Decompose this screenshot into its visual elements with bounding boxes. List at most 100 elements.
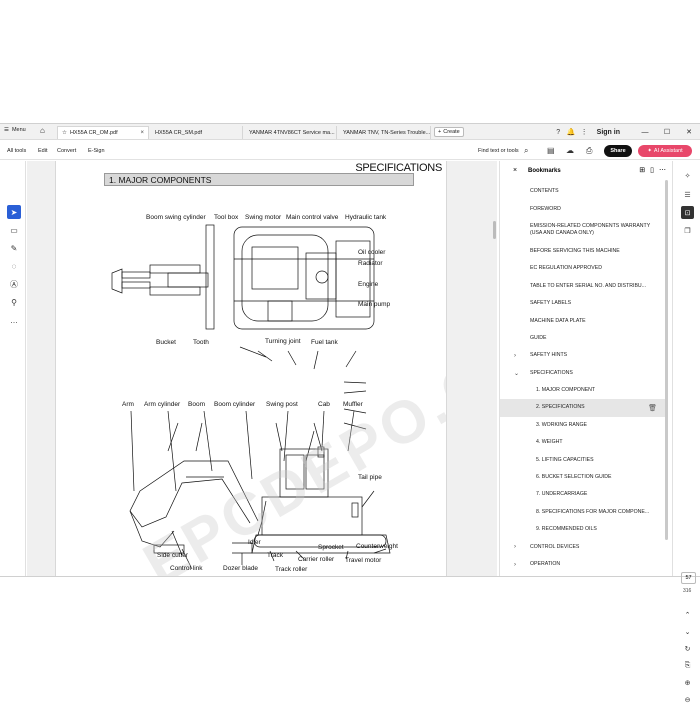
label-swing-post: Swing post xyxy=(266,401,298,408)
label-main-control-valve: Main control valve xyxy=(286,214,339,221)
current-page-number[interactable]: 57 xyxy=(681,572,696,584)
label-track: Track xyxy=(267,552,284,559)
chevron-down-icon[interactable]: ⌄ xyxy=(681,625,694,638)
find-text-tools[interactable]: Find text or tools xyxy=(478,148,519,154)
create-button[interactable]: + Create xyxy=(434,127,464,137)
tab-label: HX55A CR_SM.pdf xyxy=(155,129,203,136)
toolbar: All tools Edit Convert E-Sign Find text … xyxy=(0,141,700,160)
bookmark-item[interactable]: FOREWORD xyxy=(500,200,665,217)
maximize-icon[interactable]: ☐ xyxy=(656,128,678,136)
bookmark-item[interactable]: 4. WEIGHT xyxy=(500,434,665,451)
tab-hx55a-cr-om[interactable]: ☆ HX55A CR_OM.pdf × xyxy=(57,126,149,139)
bookmark-options-icon[interactable]: ▯ xyxy=(650,166,654,174)
print-icon[interactable]: ⎙ xyxy=(586,146,592,156)
label-track-roller: Track roller xyxy=(275,566,308,573)
add-bookmark-icon[interactable]: ⊞ xyxy=(639,166,645,174)
bookmark-item[interactable]: 6. BUCKET SELECTION GUIDE xyxy=(500,469,665,486)
all-tools-menu[interactable]: All tools xyxy=(7,148,26,154)
close-icon[interactable]: × xyxy=(140,130,144,136)
tab-yanmar-4tnv86ct[interactable]: YANMAR 4TNV86CT Service ma... xyxy=(245,126,337,139)
bookmark-item[interactable]: 1. MAJOR COMPONENT xyxy=(500,382,665,399)
bookmark-item[interactable]: CONTENTS xyxy=(500,183,665,200)
label-carrier-roller: Carrier roller xyxy=(298,556,335,563)
zoom-in-icon[interactable]: ⊕ xyxy=(681,676,694,689)
close-panel-icon[interactable]: × xyxy=(513,167,517,174)
plus-icon: + xyxy=(438,129,442,135)
tab-label: HX55A CR_OM.pdf xyxy=(69,130,118,136)
label-travel-motor: Travel motor xyxy=(345,557,382,564)
select-cursor-icon[interactable]: ➤ xyxy=(7,205,21,219)
help-icon[interactable]: ? xyxy=(552,129,565,136)
convert-menu[interactable]: Convert xyxy=(57,148,76,154)
chevron-right-icon[interactable]: › xyxy=(514,353,516,359)
sign-in-button[interactable]: Sign in xyxy=(597,129,620,136)
label-control-link: Control link xyxy=(170,565,203,572)
bookmark-label: FOREWORD xyxy=(530,205,561,212)
label-boom-swing-cylinder: Boom swing cylinder xyxy=(146,214,206,221)
chevron-right-icon[interactable]: › xyxy=(514,544,516,550)
minimize-icon[interactable]: — xyxy=(634,129,656,136)
esign-menu[interactable]: E-Sign xyxy=(88,148,105,154)
bookmark-item[interactable]: › CONTROL DEVICES xyxy=(500,538,665,555)
document-viewport[interactable]: SPECIFICATIONS 1. MAJOR COMPONENTS EPCDE… xyxy=(27,161,497,576)
stamp-icon[interactable]: ⚲ xyxy=(7,295,21,309)
ai-assistant-button[interactable]: ✦ AI Assistant xyxy=(638,145,692,157)
menu-button[interactable]: ☰ Menu xyxy=(4,127,26,133)
bookmark-item[interactable]: › SAFETY HINTS xyxy=(500,347,665,364)
edit-menu[interactable]: Edit xyxy=(38,148,47,154)
trash-icon[interactable]: 🗑 xyxy=(648,404,657,412)
bookmark-item[interactable]: BEFORE SERVICING THIS MACHINE xyxy=(500,243,665,260)
notifications-icon[interactable]: 🔔 xyxy=(565,128,578,136)
pen-icon[interactable]: ✎ xyxy=(7,241,21,255)
comments-icon[interactable]: ☰ xyxy=(681,188,694,201)
bookmark-item[interactable]: 2. SPECIFICATIONS 🗑 xyxy=(500,399,665,417)
bookmarks-scroll-thumb[interactable] xyxy=(665,180,668,540)
apps-icon[interactable]: ⋮ xyxy=(578,128,591,136)
bookmark-item[interactable]: 9. RECOMMENDED OILS xyxy=(500,521,665,538)
bookmark-label: OPERATION xyxy=(530,561,561,567)
bookmark-label: 2. SPECIFICATIONS xyxy=(536,404,585,411)
bookmark-item[interactable]: 7. UNDERCARRIAGE xyxy=(500,486,665,503)
bookmark-item[interactable]: ⌄ SPECIFICATIONS xyxy=(500,365,665,382)
bookmark-item[interactable]: GUIDE xyxy=(500,330,665,347)
home-icon[interactable]: ⌂ xyxy=(40,126,45,135)
share-button[interactable]: Share xyxy=(604,145,632,157)
chevron-down-icon[interactable]: ⌄ xyxy=(514,370,519,377)
ai-chat-icon[interactable]: ✧ xyxy=(681,169,694,182)
ai-icon: ✦ xyxy=(647,148,652,154)
document-scrollbar[interactable] xyxy=(493,161,497,576)
bookmark-item[interactable]: MACHINE DATA PLATE xyxy=(500,312,665,329)
chevron-up-icon[interactable]: ⌃ xyxy=(681,608,694,621)
bookmark-item[interactable]: 3. WORKING RANGE xyxy=(500,417,665,434)
search-icon[interactable]: ⌕ xyxy=(524,146,528,156)
save-copy-icon[interactable]: ⎘ xyxy=(681,659,694,672)
bookmark-item[interactable]: 5. LIFTING CAPACITIES xyxy=(500,451,665,468)
bookmark-item[interactable]: EC REGULATION APPROVED xyxy=(500,260,665,277)
pages-icon[interactable]: ❐ xyxy=(681,224,694,237)
tab-label: YANMAR TNV, TN-Series Trouble... xyxy=(343,129,431,136)
bookmarks-icon[interactable]: ⊡ xyxy=(681,206,694,219)
label-arm-cylinder: Arm cylinder xyxy=(144,401,181,408)
label-tooth: Tooth xyxy=(193,339,209,346)
bookmark-item[interactable]: › OPERATION xyxy=(500,556,665,573)
tab-yanmar-tnv[interactable]: YANMAR TNV, TN-Series Trouble... xyxy=(339,126,431,139)
text-box-icon[interactable]: Ⓐ xyxy=(7,277,21,291)
cloud-upload-icon[interactable]: ☁ xyxy=(566,146,574,155)
comment-icon[interactable]: ▭ xyxy=(7,223,21,237)
close-window-icon[interactable]: ✕ xyxy=(678,128,700,136)
refresh-icon[interactable]: ↻ xyxy=(681,642,694,655)
chevron-right-icon[interactable]: › xyxy=(514,562,516,568)
bookmark-item[interactable]: SAFETY LABELS xyxy=(500,295,665,312)
more-tools-icon[interactable]: … xyxy=(7,313,21,327)
bookmark-item[interactable]: EMISSION-RELATED COMPONENTS WARRANTY (US… xyxy=(500,218,665,243)
bookmark-label: SAFETY LABELS xyxy=(530,300,572,307)
bookmarks-scrollbar[interactable] xyxy=(665,180,669,575)
more-options-icon[interactable]: ⋯ xyxy=(659,166,666,174)
document-scroll-thumb[interactable] xyxy=(493,221,496,239)
bookmark-item[interactable]: TABLE TO ENTER SERIAL NO. AND DISTRIBU..… xyxy=(500,278,665,295)
save-icon[interactable]: ▤ xyxy=(547,146,555,155)
tab-hx55a-cr-sm[interactable]: HX55A CR_SM.pdf xyxy=(151,126,243,139)
label-oil-cooler: Oil cooler xyxy=(358,249,386,256)
lasso-icon[interactable]: ◌ xyxy=(7,259,21,273)
bookmark-item[interactable]: 8. SPECIFICATIONS FOR MAJOR COMPONE... xyxy=(500,504,665,521)
